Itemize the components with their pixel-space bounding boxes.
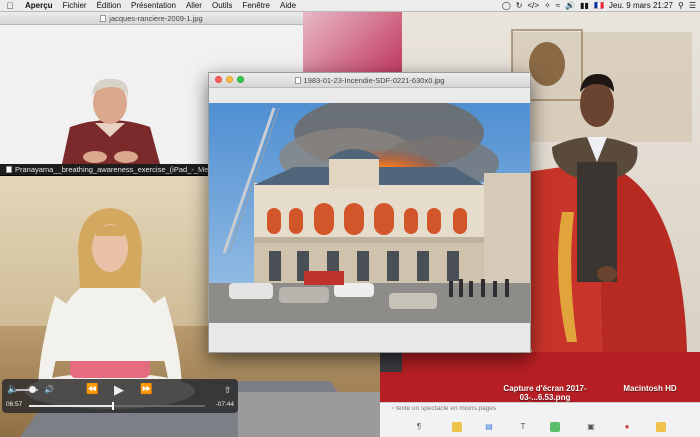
pages-file-icon: ▫ (392, 405, 395, 412)
chart-icon[interactable]: ▤ (484, 422, 494, 432)
time-machine-icon[interactable]: ↻ (516, 0, 523, 12)
bluetooth-icon[interactable]: ✧ (544, 0, 551, 12)
menu-aide[interactable]: Aide (275, 0, 301, 12)
text-icon[interactable]: T (518, 422, 528, 432)
fire-photo (209, 103, 530, 323)
time-remaining: -07:44 (215, 401, 234, 408)
video-controls: 🔈 🔊 ⏪ ▶ ⏩ ⇧ 06:57 -07:44 (2, 379, 238, 413)
menu-edition[interactable]: Édition (92, 0, 126, 12)
menu-fenetre[interactable]: Fenêtre (237, 0, 275, 12)
ranciere-title: jacques-ranciere-2009-1.jpg (109, 14, 203, 23)
document-icon (294, 77, 301, 84)
volume-icon[interactable]: 🔊 (565, 0, 575, 12)
time-current: 06:57 (6, 401, 23, 408)
notification-center-icon[interactable]: ☰ (689, 0, 696, 12)
progress-bar[interactable] (29, 402, 205, 410)
desktop: jacques-ranciere-2009-1.jpg Pranayama__b… (0, 12, 700, 437)
volume-max-icon[interactable]: 🔊 (44, 382, 54, 398)
ranciere-titlebar[interactable]: jacques-ranciere-2009-1.jpg (0, 12, 303, 25)
play-icon[interactable]: ▶ (114, 382, 124, 398)
playhead[interactable] (112, 402, 115, 410)
menu-app-name[interactable]: Aperçu (20, 0, 58, 12)
menu-aller[interactable]: Aller (181, 0, 207, 12)
table-icon[interactable] (452, 422, 462, 432)
pages-document-hint: ▫ texte un spectacle en moins.pages (392, 405, 497, 412)
apple-menu-icon[interactable]:  (0, 0, 20, 12)
progress-fill (29, 405, 114, 407)
shield-icon[interactable]: ◯ (502, 0, 511, 12)
minimize-button[interactable] (226, 76, 233, 83)
menu-presentation[interactable]: Présentation (126, 0, 181, 12)
wifi-icon[interactable]: ≈ (556, 0, 560, 12)
window-controls (215, 76, 244, 83)
pages-toolbar: ¶ ▤ T ▣ ● (400, 420, 690, 436)
menu-bar:  Aperçu Fichier Édition Présentation Al… (0, 0, 700, 12)
status-area: ◯ ↻ </> ✧ ≈ 🔊 ▮▮ 🇫🇷 Jeu. 9 mars 21:27 ⚲ … (502, 0, 696, 12)
fire-titlebar[interactable]: 1983-01-23-Incendie-SDF-0221-630x0.jpg (209, 73, 530, 88)
menu-fichier[interactable]: Fichier (58, 0, 92, 12)
macintosh-hd-icon[interactable]: Macintosh HD (610, 384, 690, 393)
shape-icon[interactable] (550, 422, 560, 432)
format-icon[interactable] (656, 422, 666, 432)
maximize-button[interactable] (237, 76, 244, 83)
paragraph-icon[interactable]: ¶ (414, 422, 424, 432)
close-button[interactable] (215, 76, 222, 83)
document-icon (100, 15, 107, 22)
volume-knob[interactable] (29, 386, 36, 393)
fire-photo-window[interactable]: 1983-01-23-Incendie-SDF-0221-630x0.jpg (208, 72, 531, 353)
screenshot-file-icon[interactable]: Capture d'écran 2017-03-...6.53.png (500, 384, 590, 402)
pages-toolbar-window[interactable]: ▫ texte un spectacle en moins.pages ¶ ▤ … (380, 402, 700, 437)
fast-forward-icon[interactable]: ⏩ (140, 382, 152, 398)
fire-title: 1983-01-23-Incendie-SDF-0221-630x0.jpg (303, 76, 445, 85)
search-icon[interactable]: ⚲ (678, 0, 684, 12)
comment-icon[interactable]: ● (622, 422, 632, 432)
battery-icon[interactable]: ▮▮ (580, 0, 589, 12)
screenshot-file-label: Capture d'écran 2017-03-...6.53.png (503, 384, 587, 402)
share-icon[interactable]: ⇧ (224, 382, 232, 398)
macintosh-hd-label: Macintosh HD (623, 384, 677, 393)
input-source-flag[interactable]: 🇫🇷 (594, 0, 604, 12)
clock[interactable]: Jeu. 9 mars 21:27 (609, 0, 673, 12)
video-file-icon (6, 166, 12, 173)
code-icon[interactable]: </> (528, 0, 540, 12)
desktop-grey-strip (238, 392, 380, 437)
menu-outils[interactable]: Outils (207, 0, 237, 12)
rewind-icon[interactable]: ⏪ (86, 382, 98, 398)
media-icon[interactable]: ▣ (586, 422, 596, 432)
yoga-title: Pranayama__breathing_awareness_exercise_… (15, 165, 215, 174)
